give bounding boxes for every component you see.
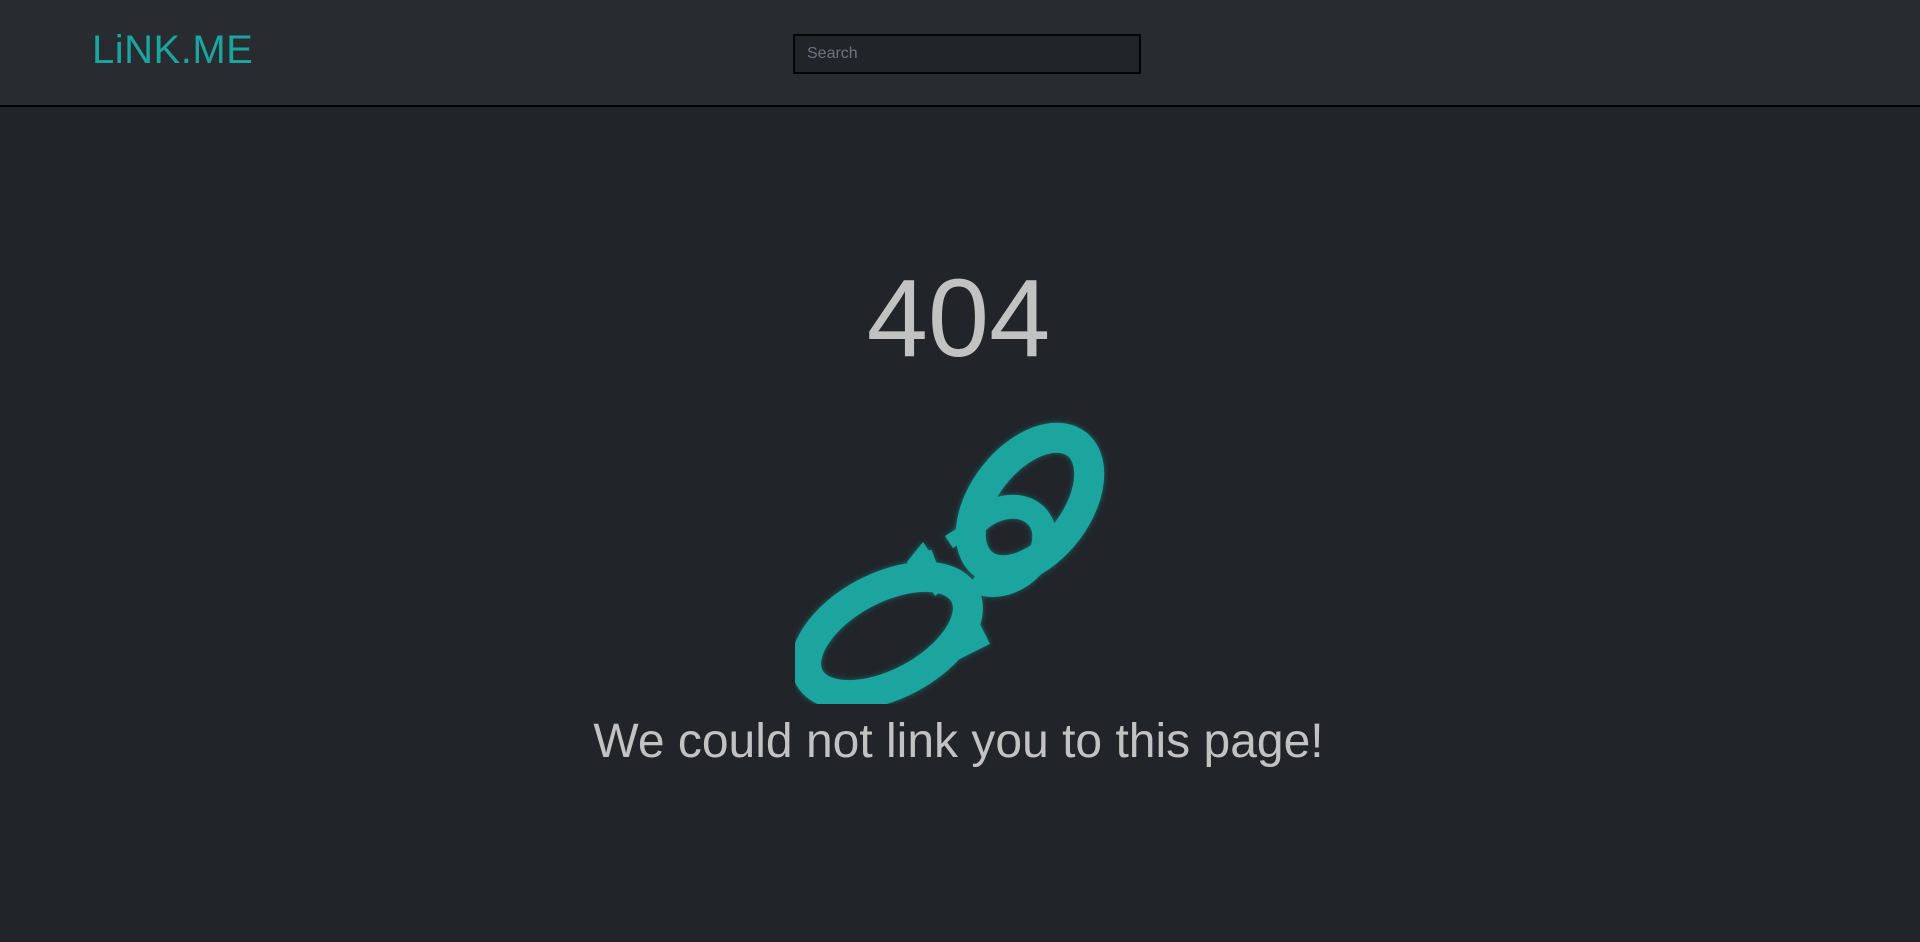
search-input[interactable] [793,34,1141,74]
error-page-content: 404 We could not link you to this page! [0,109,1920,942]
top-navbar: LiNK.ME [0,0,1920,107]
error-message: We could not link you to this page! [593,715,1324,768]
broken-link-icon [795,422,1105,704]
error-code: 404 [866,257,1051,380]
site-logo[interactable]: LiNK.ME [92,26,253,74]
